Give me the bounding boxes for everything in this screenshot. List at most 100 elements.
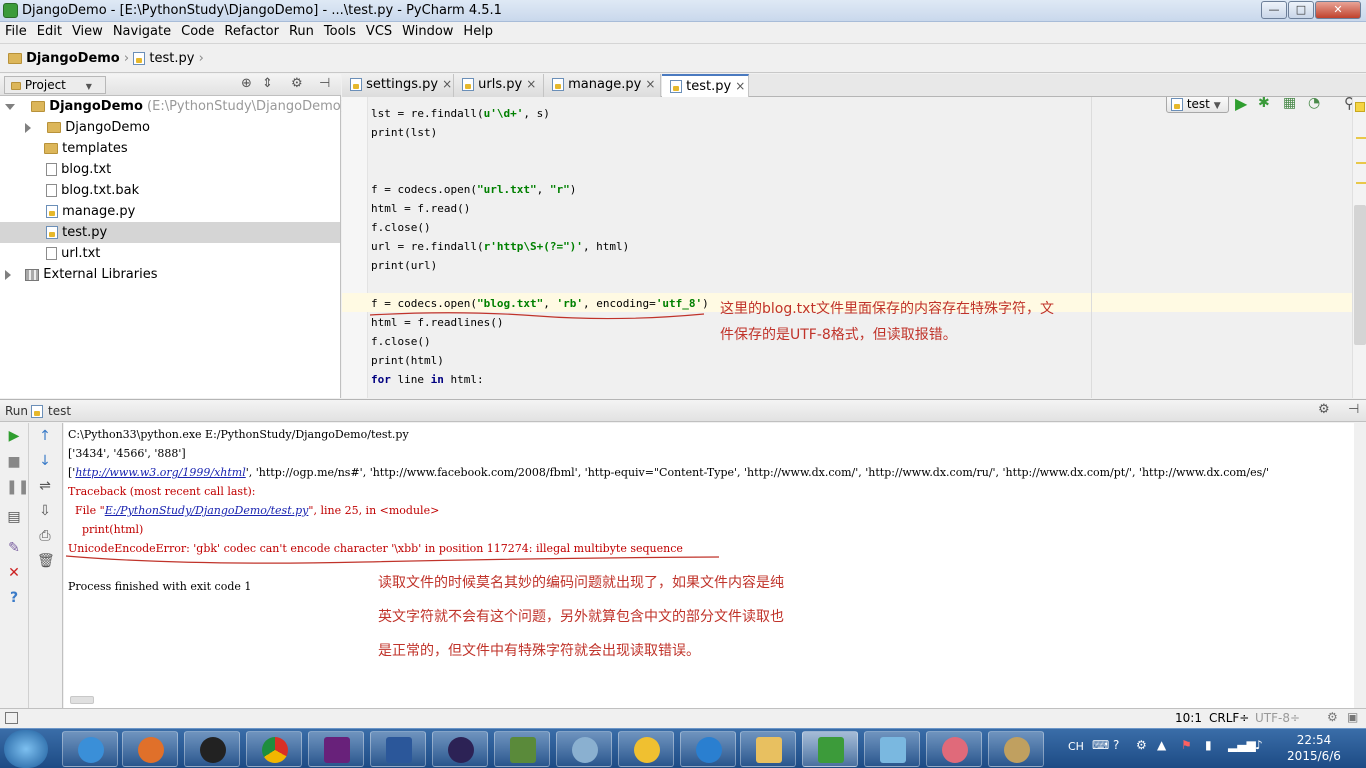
tree-item-manage-py[interactable]: manage.py: [0, 201, 340, 222]
editor-gutter[interactable]: [342, 97, 368, 398]
console-file-link[interactable]: E:/PythonStudy/DjangoDemo/test.py: [105, 504, 309, 517]
tree-item-external-libraries[interactable]: External Libraries: [0, 264, 340, 285]
menu-code[interactable]: Code: [176, 22, 219, 39]
taskbar-paint[interactable]: [926, 731, 982, 767]
taskbar-paint2[interactable]: [988, 731, 1044, 767]
taskbar-ie[interactable]: [62, 731, 118, 767]
soft-wrap-icon[interactable]: ⇌: [37, 478, 53, 494]
gear-icon[interactable]: ⚙: [291, 76, 303, 91]
help-icon[interactable]: ?: [1113, 738, 1119, 752]
menu-view[interactable]: View: [67, 22, 108, 39]
taskbar-eclipse[interactable]: [432, 731, 488, 767]
help-icon[interactable]: ?: [6, 590, 22, 606]
taskbar-clock[interactable]: 22:54 2015/6/6: [1282, 732, 1346, 766]
volume-icon[interactable]: ♪: [1255, 738, 1263, 752]
taskbar-notepad[interactable]: [864, 731, 920, 767]
error-mark[interactable]: [1356, 182, 1366, 184]
tree-item-djangodemo[interactable]: DjangoDemo: [0, 117, 340, 138]
project-view-select[interactable]: Project ▼: [4, 76, 106, 94]
taskbar-explorer[interactable]: [740, 731, 796, 767]
tab-settings-py[interactable]: settings.py ×: [342, 74, 454, 97]
arrow-up-icon[interactable]: ↑: [37, 428, 53, 444]
taskbar-qq[interactable]: [184, 731, 240, 767]
editor-scrollbar[interactable]: [1352, 97, 1366, 398]
close-tab-icon[interactable]: ×: [645, 77, 655, 91]
keyboard-icon[interactable]: ⌨: [1092, 738, 1109, 752]
taskbar-visio[interactable]: [370, 731, 426, 767]
close-tab-icon[interactable]: ×: [735, 79, 745, 93]
taskbar-qq2[interactable]: [618, 731, 674, 767]
menu-help[interactable]: Help: [458, 22, 498, 39]
notification-icon[interactable]: ▲: [1157, 738, 1166, 752]
tree-item-test-py[interactable]: test.py: [0, 222, 340, 243]
minimize-button[interactable]: —: [1261, 1, 1287, 19]
close-tab-icon[interactable]: ×: [442, 77, 452, 91]
run-console[interactable]: C:\Python33\python.exe E:/PythonStudy/Dj…: [64, 423, 1354, 708]
warning-stripe-icon[interactable]: [1355, 102, 1365, 112]
close-window-button[interactable]: ✕: [1315, 1, 1361, 19]
menu-file[interactable]: File: [0, 22, 32, 39]
taskbar-network[interactable]: [494, 731, 550, 767]
error-mark[interactable]: [1356, 162, 1366, 164]
tab-urls-py[interactable]: urls.py ×: [454, 74, 544, 97]
breadcrumb-file[interactable]: test.py: [149, 51, 194, 66]
event-log-icon[interactable]: ⚙: [1327, 710, 1338, 724]
expand-icon[interactable]: [25, 122, 31, 133]
signal-icon[interactable]: ▂▄▆: [1228, 738, 1256, 752]
pause-icon[interactable]: ❚❚: [6, 479, 29, 495]
menu-navigate[interactable]: Navigate: [108, 22, 176, 39]
menu-edit[interactable]: Edit: [32, 22, 67, 39]
taskbar-feather[interactable]: [680, 731, 736, 767]
stop-icon[interactable]: ■: [6, 454, 22, 470]
expand-icon[interactable]: [5, 103, 15, 110]
battery-icon[interactable]: ▮: [1205, 738, 1212, 752]
hide-panel-icon[interactable]: ⊣: [1348, 402, 1359, 417]
print-icon[interactable]: ⎙: [37, 528, 53, 544]
tree-item-url-txt[interactable]: url.txt: [0, 243, 340, 264]
arrow-down-icon[interactable]: ↓: [37, 453, 53, 469]
breadcrumb-project[interactable]: DjangoDemo: [26, 51, 120, 66]
toggle-tool-windows-icon[interactable]: [5, 712, 18, 724]
collapse-all-icon[interactable]: ⇕: [262, 76, 273, 91]
tree-item-blog-txt[interactable]: blog.txt: [0, 159, 340, 180]
menu-window[interactable]: Window: [397, 22, 458, 39]
tree-item-blog-txt-bak[interactable]: blog.txt.bak: [0, 180, 340, 201]
scroll-to-end-icon[interactable]: ⇩: [37, 503, 53, 519]
taskbar-chrome[interactable]: [246, 731, 302, 767]
gear-icon[interactable]: ⚙: [1318, 402, 1330, 417]
close-icon[interactable]: ✕: [6, 565, 22, 581]
line-separator[interactable]: CRLF÷: [1209, 711, 1249, 725]
horizontal-scroll-thumb[interactable]: [70, 696, 94, 704]
file-encoding[interactable]: UTF-8÷: [1255, 711, 1300, 725]
trash-icon[interactable]: 🗑: [37, 553, 55, 569]
flag-icon[interactable]: ⚑: [1181, 738, 1192, 752]
tree-root[interactable]: DjangoDemo (E:\PythonStudy\DjangoDemo): [0, 96, 346, 117]
language-indicator[interactable]: CH: [1068, 740, 1084, 753]
taskbar-firefox[interactable]: [122, 731, 178, 767]
code-editor[interactable]: lst = re.findall(u'\d+', s) print(lst) f…: [368, 97, 1356, 398]
menu-vcs[interactable]: VCS: [361, 22, 397, 39]
taskbar-pycharm[interactable]: [802, 731, 858, 767]
pin-tab-icon[interactable]: ✎: [6, 540, 22, 556]
close-tab-icon[interactable]: ×: [526, 77, 536, 91]
console-link[interactable]: http://www.w3.org/1999/xhtml: [75, 466, 245, 479]
expand-icon[interactable]: [5, 269, 11, 280]
locate-icon[interactable]: ⊕: [241, 76, 252, 91]
scroll-thumb[interactable]: [1354, 205, 1366, 345]
hide-panel-icon[interactable]: ⊣: [319, 76, 330, 91]
maximize-button[interactable]: □: [1288, 1, 1314, 19]
tab-test-py[interactable]: test.py ×: [662, 74, 749, 97]
settings-icon[interactable]: ⚙: [1136, 738, 1147, 752]
cursor-position[interactable]: 10:1: [1175, 711, 1202, 725]
rerun-icon[interactable]: ▶: [6, 428, 22, 444]
taskbar-remote[interactable]: [556, 731, 612, 767]
lock-icon[interactable]: ▣: [1347, 710, 1358, 724]
tab-manage-py[interactable]: manage.py ×: [544, 74, 661, 97]
error-mark[interactable]: [1356, 137, 1366, 139]
run-config-tab[interactable]: test: [48, 404, 71, 418]
menu-refactor[interactable]: Refactor: [219, 22, 284, 39]
taskbar-visual-studio[interactable]: [308, 731, 364, 767]
start-button[interactable]: [4, 730, 48, 768]
menu-tools[interactable]: Tools: [319, 22, 361, 39]
menu-run[interactable]: Run: [284, 22, 319, 39]
